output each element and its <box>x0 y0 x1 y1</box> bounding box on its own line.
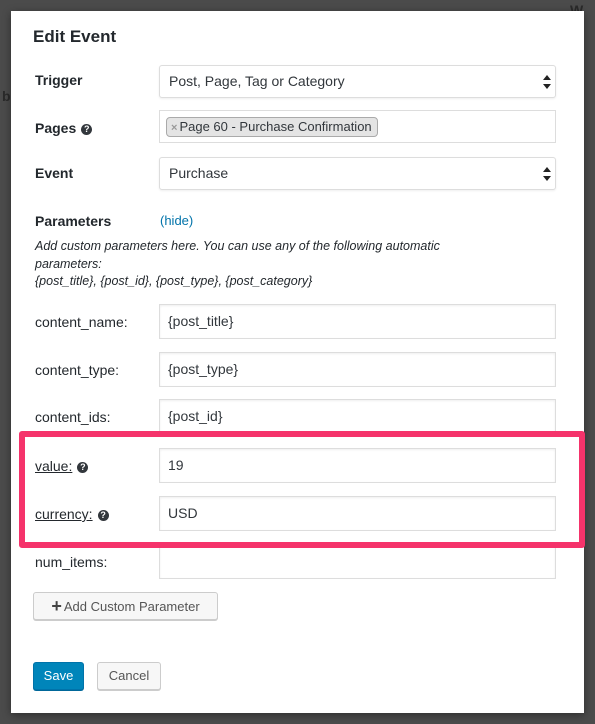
question-circle-icon[interactable]: ? <box>81 124 93 135</box>
pages-label-text: Pages <box>35 120 77 136</box>
parameters-label: Parameters <box>35 213 112 229</box>
highlight-annotation <box>19 431 585 548</box>
cancel-button[interactable]: Cancel <box>97 662 161 690</box>
content-type-input[interactable]: {post_type} <box>159 352 556 387</box>
select-arrows-icon <box>543 74 551 90</box>
add-custom-parameter-button[interactable]: + Add Custom Parameter <box>33 592 218 620</box>
description-line: Add custom parameters here. You can use … <box>35 239 440 253</box>
content-ids-label: content_ids: <box>35 409 111 425</box>
event-select[interactable]: Purchase <box>159 157 556 190</box>
content-type-label: content_type: <box>35 362 120 378</box>
remove-tag-icon[interactable]: × <box>171 122 177 134</box>
parameters-description: Add custom parameters here. You can use … <box>35 238 535 291</box>
edit-event-modal: Edit Event Trigger Post, Page, Tag or Ca… <box>11 11 585 713</box>
hide-parameters-link[interactable]: (hide) <box>160 213 193 228</box>
pages-label: Pages? <box>35 120 93 136</box>
event-select-value: Purchase <box>169 165 229 181</box>
trigger-select-value: Post, Page, Tag or Category <box>169 73 345 89</box>
trigger-select[interactable]: Post, Page, Tag or Category <box>159 65 556 98</box>
content-ids-input[interactable]: {post_id} <box>159 399 556 434</box>
trigger-label: Trigger <box>35 72 83 88</box>
plus-icon: + <box>51 596 62 616</box>
add-custom-parameter-label: Add Custom Parameter <box>63 599 200 614</box>
event-label: Event <box>35 165 74 181</box>
content-name-label: content_name: <box>35 314 128 330</box>
description-line: {post_title}, {post_id}, {post_type}, {p… <box>35 274 313 288</box>
description-line: parameters: <box>35 256 102 271</box>
background-text: b <box>2 88 11 104</box>
pages-multiselect[interactable]: × Page 60 - Purchase Confirmation <box>159 110 556 143</box>
page-tag-label: Page 60 - Purchase Confirmation <box>179 119 372 134</box>
num-items-label: num_items: <box>35 554 108 570</box>
num-items-input[interactable] <box>159 544 556 579</box>
page-tag: × Page 60 - Purchase Confirmation <box>166 117 378 137</box>
select-arrows-icon <box>543 166 551 182</box>
save-button[interactable]: Save <box>33 662 84 690</box>
modal-title: Edit Event <box>33 27 117 46</box>
content-name-input[interactable]: {post_title} <box>159 304 556 339</box>
